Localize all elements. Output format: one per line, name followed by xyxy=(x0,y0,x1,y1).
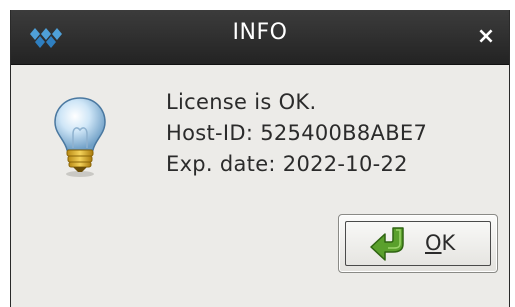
close-icon[interactable]: × xyxy=(473,24,499,50)
title-bar[interactable]: INFO × xyxy=(11,10,509,65)
expiration-date-text: Exp. date: 2022-10-22 xyxy=(166,152,408,176)
window-title: INFO xyxy=(232,20,288,45)
green-arrow-icon xyxy=(370,227,404,261)
ok-label-rest: K xyxy=(441,231,456,255)
info-dialog: INFO × License is OK. Host-ID: 525400B8A… xyxy=(10,10,510,307)
focus-ring xyxy=(345,221,491,266)
license-status-text: License is OK. xyxy=(166,90,317,114)
ok-button-label: OK xyxy=(425,231,455,255)
message-text: License is OK. Host-ID: 525400B8ABE7 Exp… xyxy=(166,87,427,180)
ok-mnemonic: O xyxy=(425,231,442,255)
ok-button[interactable]: OK xyxy=(338,214,498,273)
host-id-text: Host-ID: 525400B8ABE7 xyxy=(166,121,428,145)
lightbulb-icon xyxy=(54,97,106,177)
